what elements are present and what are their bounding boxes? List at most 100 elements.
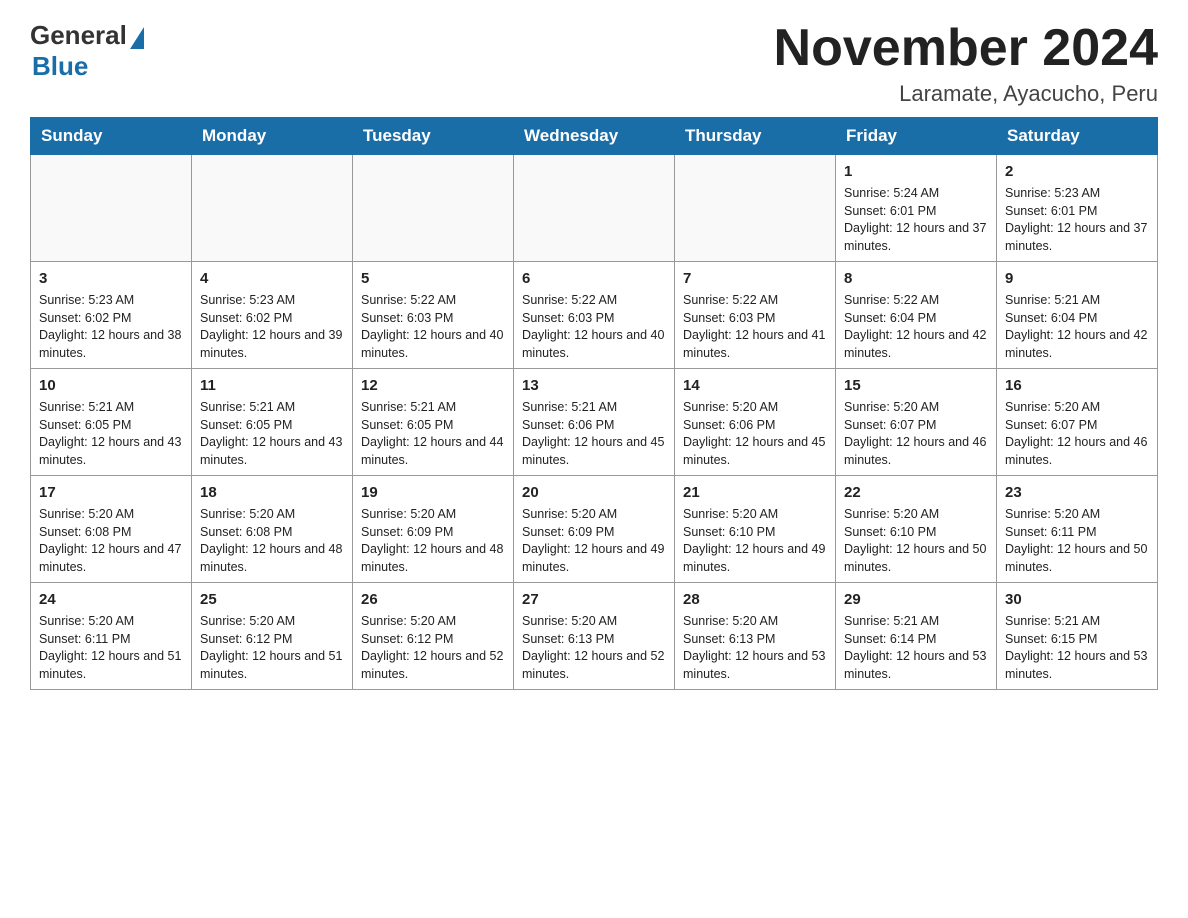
sunset-text: Sunset: 6:13 PM	[683, 632, 775, 646]
daylight-text: Daylight: 12 hours and 38 minutes.	[39, 328, 181, 360]
day-number: 8	[844, 268, 988, 289]
sunset-text: Sunset: 6:09 PM	[522, 525, 614, 539]
table-row: 3 Sunrise: 5:23 AM Sunset: 6:02 PM Daylight…	[31, 262, 192, 369]
day-number: 30	[1005, 589, 1149, 610]
sunset-text: Sunset: 6:11 PM	[1005, 525, 1097, 539]
day-number: 20	[522, 482, 666, 503]
daylight-text: Daylight: 12 hours and 48 minutes.	[200, 542, 342, 574]
daylight-text: Daylight: 12 hours and 50 minutes.	[844, 542, 986, 574]
sunrise-text: Sunrise: 5:20 AM	[683, 507, 778, 521]
sunrise-text: Sunrise: 5:23 AM	[39, 293, 134, 307]
day-number: 29	[844, 589, 988, 610]
sunset-text: Sunset: 6:04 PM	[844, 311, 936, 325]
table-row: 22Sunrise: 5:20 AMSunset: 6:10 PMDayligh…	[836, 476, 997, 583]
sunrise-text: Sunrise: 5:21 AM	[844, 614, 939, 628]
sunset-text: Sunset: 6:08 PM	[39, 525, 131, 539]
col-wednesday: Wednesday	[514, 118, 675, 155]
sunset-text: Sunset: 6:02 PM	[39, 311, 131, 325]
sunrise-text: Sunrise: 5:21 AM	[361, 400, 456, 414]
daylight-text: Daylight: 12 hours and 42 minutes.	[844, 328, 986, 360]
day-number: 22	[844, 482, 988, 503]
daylight-text: Daylight: 12 hours and 43 minutes.	[200, 435, 342, 467]
day-number: 28	[683, 589, 827, 610]
day-number: 5	[361, 268, 505, 289]
sunset-text: Sunset: 6:13 PM	[522, 632, 614, 646]
daylight-text: Daylight: 12 hours and 45 minutes.	[522, 435, 664, 467]
table-row: 30Sunrise: 5:21 AMSunset: 6:15 PMDayligh…	[997, 583, 1158, 690]
table-row: 16Sunrise: 5:20 AMSunset: 6:07 PMDayligh…	[997, 369, 1158, 476]
calendar-header-row: Sunday Monday Tuesday Wednesday Thursday…	[31, 118, 1158, 155]
sunrise-text: Sunrise: 5:20 AM	[522, 507, 617, 521]
table-row: 21 Sunrise: 5:20 AM Sunset: 6:10 PM Dayligh…	[675, 476, 836, 583]
table-row: 17Sunrise: 5:20 AMSunset: 6:08 PMDayligh…	[31, 476, 192, 583]
table-row	[31, 155, 192, 262]
table-row: 25Sunrise: 5:20 AMSunset: 6:12 PMDayligh…	[192, 583, 353, 690]
daylight-text: Daylight: 12 hours and 49 minutes.	[683, 542, 825, 574]
sunset-text: Sunset: 6:07 PM	[844, 418, 936, 432]
daylight-text: Daylight: 12 hours and 51 minutes.	[39, 649, 181, 681]
day-number: 4	[200, 268, 344, 289]
logo-triangle-icon	[130, 27, 144, 49]
daylight-text: Daylight: 12 hours and 37 minutes.	[1005, 221, 1147, 253]
daylight-text: Daylight: 12 hours and 46 minutes.	[844, 435, 986, 467]
sunrise-text: Sunrise: 5:21 AM	[522, 400, 617, 414]
table-row	[675, 155, 836, 262]
sunset-text: Sunset: 6:05 PM	[361, 418, 453, 432]
sunset-text: Sunset: 6:10 PM	[844, 525, 936, 539]
daylight-text: Daylight: 12 hours and 48 minutes.	[361, 542, 503, 574]
month-title: November 2024	[774, 20, 1158, 77]
day-number: 19	[361, 482, 505, 503]
daylight-text: Daylight: 12 hours and 53 minutes.	[1005, 649, 1147, 681]
sunrise-text: Sunrise: 5:23 AM	[1005, 186, 1100, 200]
daylight-text: Daylight: 12 hours and 39 minutes.	[200, 328, 342, 360]
daylight-text: Daylight: 12 hours and 44 minutes.	[361, 435, 503, 467]
sunset-text: Sunset: 6:12 PM	[361, 632, 453, 646]
table-row	[514, 155, 675, 262]
col-saturday: Saturday	[997, 118, 1158, 155]
table-row: 19 Sunrise: 5:20 AM Sunset: 6:09 PM Dayligh…	[353, 476, 514, 583]
sunset-text: Sunset: 6:14 PM	[844, 632, 936, 646]
day-number: 11	[200, 375, 344, 396]
sunrise-text: Sunrise: 5:20 AM	[361, 507, 456, 521]
sunrise-text: Sunrise: 5:21 AM	[200, 400, 295, 414]
logo-blue-text: Blue	[32, 51, 88, 82]
table-row: 10Sunrise: 5:21 AMSunset: 6:05 PMDayligh…	[31, 369, 192, 476]
table-row: 14Sunrise: 5:20 AMSunset: 6:06 PMDayligh…	[675, 369, 836, 476]
daylight-text: Daylight: 12 hours and 45 minutes.	[683, 435, 825, 467]
table-row: 24Sunrise: 5:20 AMSunset: 6:11 PMDayligh…	[31, 583, 192, 690]
logo-general-text: General	[30, 20, 127, 51]
sunrise-text: Sunrise: 5:23 AM	[200, 293, 295, 307]
table-row: 27Sunrise: 5:20 AMSunset: 6:13 PMDayligh…	[514, 583, 675, 690]
day-number: 18	[200, 482, 344, 503]
sunrise-text: Sunrise: 5:21 AM	[39, 400, 134, 414]
sunset-text: Sunset: 6:07 PM	[1005, 418, 1097, 432]
calendar-table: Sunday Monday Tuesday Wednesday Thursday…	[30, 117, 1158, 690]
day-number: 9	[1005, 268, 1149, 289]
day-number: 3	[39, 268, 183, 289]
sunset-text: Sunset: 6:10 PM	[683, 525, 775, 539]
sunrise-text: Sunrise: 5:22 AM	[683, 293, 778, 307]
day-number: 13	[522, 375, 666, 396]
table-row: 7Sunrise: 5:22 AMSunset: 6:03 PMDaylight…	[675, 262, 836, 369]
daylight-text: Daylight: 12 hours and 47 minutes.	[39, 542, 181, 574]
table-row: 29Sunrise: 5:21 AMSunset: 6:14 PMDayligh…	[836, 583, 997, 690]
sunrise-text: Sunrise: 5:21 AM	[1005, 614, 1100, 628]
sunset-text: Sunset: 6:03 PM	[361, 311, 453, 325]
day-number: 6	[522, 268, 666, 289]
sunrise-text: Sunrise: 5:20 AM	[683, 614, 778, 628]
day-number: 21	[683, 482, 827, 503]
sunset-text: Sunset: 6:01 PM	[844, 204, 936, 218]
table-row: 12Sunrise: 5:21 AMSunset: 6:05 PMDayligh…	[353, 369, 514, 476]
table-row: 6Sunrise: 5:22 AMSunset: 6:03 PMDaylight…	[514, 262, 675, 369]
calendar-week-row: 24Sunrise: 5:20 AMSunset: 6:11 PMDayligh…	[31, 583, 1158, 690]
sunrise-text: Sunrise: 5:22 AM	[361, 293, 456, 307]
table-row	[353, 155, 514, 262]
day-number: 14	[683, 375, 827, 396]
table-row: 5Sunrise: 5:22 AMSunset: 6:03 PMDaylight…	[353, 262, 514, 369]
sunset-text: Sunset: 6:09 PM	[361, 525, 453, 539]
sunrise-text: Sunrise: 5:24 AM	[844, 186, 939, 200]
sunrise-text: Sunrise: 5:20 AM	[1005, 400, 1100, 414]
daylight-text: Daylight: 12 hours and 43 minutes.	[39, 435, 181, 467]
table-row: 11Sunrise: 5:21 AMSunset: 6:05 PMDayligh…	[192, 369, 353, 476]
sunrise-text: Sunrise: 5:20 AM	[39, 507, 134, 521]
